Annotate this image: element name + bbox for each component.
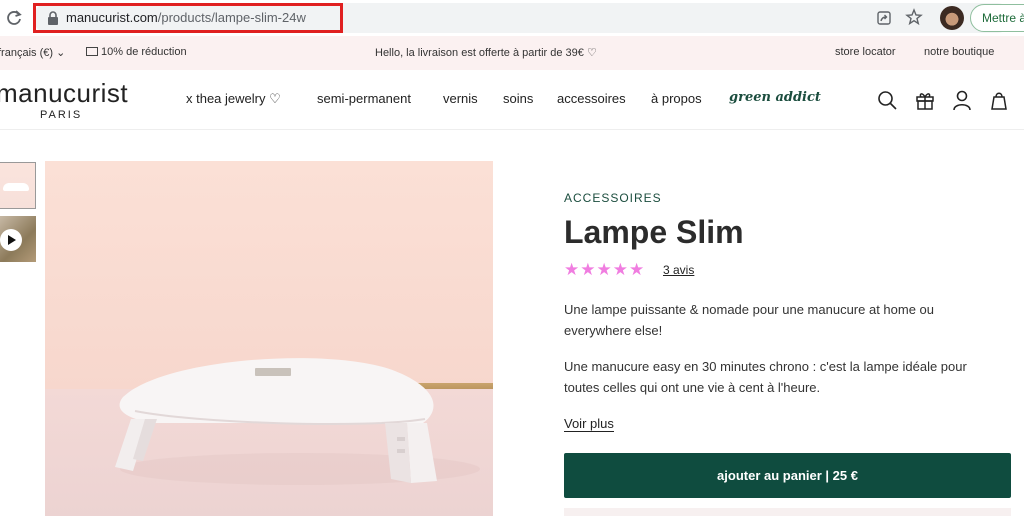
url-highlight-box [33,3,343,33]
discount-label: 10% de réduction [101,46,187,58]
language-selector[interactable]: français (€) ⌄ [0,46,65,59]
browser-toolbar: manucurist.com/products/lampe-slim-24w M… [0,0,1024,36]
logo[interactable]: manucurist [0,78,128,109]
logo-subtitle: PARIS [40,109,83,121]
product-description-1: Une lampe puissante & nomade pour une ma… [564,302,935,338]
nav-thea-jewelry[interactable]: x thea jewelry ♡ [186,91,281,107]
bookmark-star-icon[interactable] [905,8,923,26]
shipping-text: Hello, la livraison est offerte à partir… [375,47,584,59]
product-image[interactable] [45,161,493,516]
reviews-link[interactable]: 3 avis [663,263,694,277]
reload-icon[interactable] [4,8,24,28]
update-button[interactable]: Mettre à [970,4,1024,32]
product-category[interactable]: ACCESSOIRES [564,191,662,205]
user-icon[interactable] [951,89,973,111]
product-thumbnail-1[interactable] [0,162,36,209]
see-more-link[interactable]: Voir plus [564,416,614,432]
rating-stars: ★★★★★ [564,260,646,279]
nav-vernis[interactable]: vernis [443,91,478,106]
chevron-down-icon: ⌄ [56,47,66,59]
bag-icon[interactable] [988,89,1010,111]
share-icon[interactable] [876,10,892,26]
nav-green-addict[interactable]: green addict [729,90,821,105]
profile-avatar[interactable] [940,6,964,30]
mail-icon [86,47,98,56]
add-to-cart-button[interactable]: ajouter au panier | 25 € [564,453,1011,498]
store-locator-link[interactable]: store locator [835,46,896,58]
nav-a-propos[interactable]: à propos [651,91,702,106]
play-icon [0,229,22,251]
search-icon[interactable] [876,89,898,111]
nav-soins[interactable]: soins [503,91,533,106]
lamp-illustration [115,358,480,485]
nav-label: x thea jewelry [186,91,266,106]
promo-bar: français (€) ⌄ 10% de réduction Hello, l… [0,36,1024,70]
heart-icon: ♡ [269,91,281,106]
site-header: manucurist PARIS x thea jewelry ♡ semi-p… [0,70,1024,130]
nav-semi-permanent[interactable]: semi-permanent [317,91,411,106]
shipping-message: Hello, la livraison est offerte à partir… [375,46,597,59]
product-thumbnail-video[interactable] [0,216,36,262]
our-shop-link[interactable]: notre boutique [924,46,994,58]
language-label: français (€) [0,47,54,59]
product-description-2: Une manucure easy en 30 minutes chrono :… [564,359,967,395]
discount-link[interactable]: 10% de réduction [86,46,187,58]
product-title: Lampe Slim [564,214,744,250]
nav-accessoires[interactable]: accessoires [557,91,626,106]
below-fold-panel [564,508,1011,516]
lamp-mini-image [3,183,29,191]
gift-icon[interactable] [914,89,936,111]
heart-icon: ♡ [586,47,597,59]
